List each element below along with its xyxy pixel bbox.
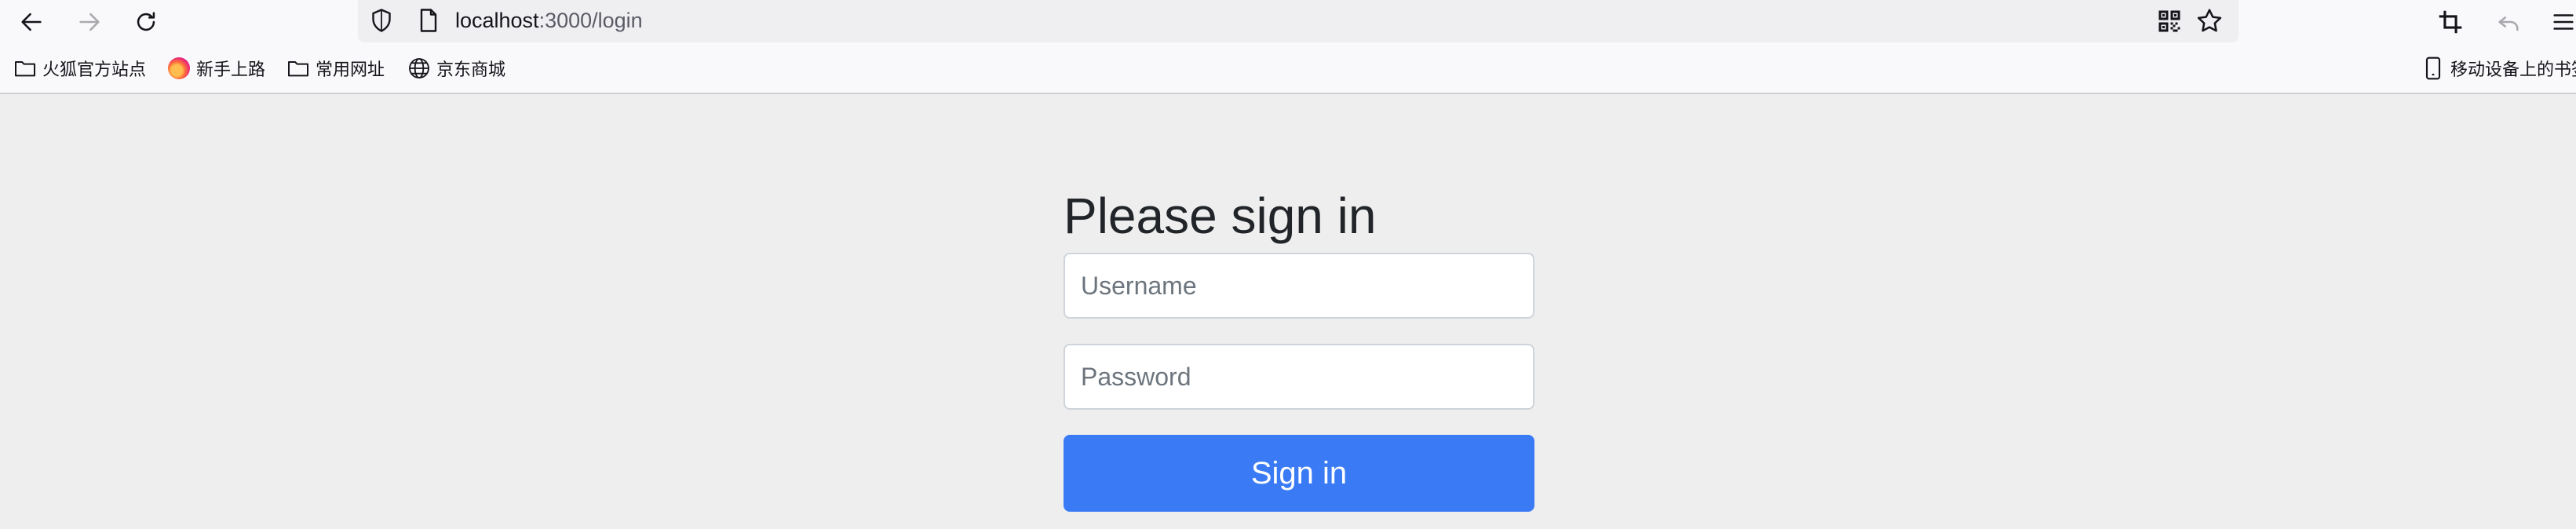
mobile-device-icon xyxy=(2425,57,2441,80)
firefox-logo-icon xyxy=(168,57,190,79)
screenshot-button[interactable] xyxy=(2433,5,2468,39)
reload-icon xyxy=(137,12,155,31)
menu-button[interactable] xyxy=(2546,5,2576,39)
back-arrow-icon xyxy=(21,13,42,31)
star-icon[interactable] xyxy=(2195,6,2224,36)
mobile-bookmarks[interactable]: 移动设备上的书签 xyxy=(2421,44,2576,93)
reload-button[interactable] xyxy=(127,3,165,41)
username-input[interactable] xyxy=(1064,253,1534,319)
bookmark-getting-started[interactable]: 新手上路 xyxy=(168,44,265,93)
bookmark-label: 新手上路 xyxy=(196,60,266,79)
page-icon[interactable] xyxy=(414,6,443,35)
hamburger-menu-icon xyxy=(2553,14,2574,30)
bookmarks-toolbar: 火狐官方站点 新手上路 常用网址 京东商城 移动设备上的书签 xyxy=(0,44,2576,94)
url-text[interactable]: localhost:3000/login xyxy=(455,0,643,42)
signin-form: Please sign in Sign in xyxy=(1064,181,1534,512)
bookmark-label: 火狐官方站点 xyxy=(42,60,147,79)
bookmark-label: 移动设备上的书签 xyxy=(2450,60,2576,79)
qr-code-icon[interactable] xyxy=(2155,7,2184,35)
globe-icon xyxy=(409,58,429,78)
browser-toolbar: localhost:3000/login xyxy=(0,0,2576,44)
folder-icon xyxy=(288,61,308,77)
forward-button[interactable] xyxy=(71,3,108,41)
bookmark-label: 京东商城 xyxy=(436,60,506,79)
url-bar[interactable]: localhost:3000/login xyxy=(358,0,2238,42)
bookmark-common-sites[interactable]: 常用网址 xyxy=(286,44,385,93)
bookmark-label: 常用网址 xyxy=(316,60,385,79)
page-content: Please sign in Sign in xyxy=(0,94,2576,529)
undo-button[interactable] xyxy=(2491,5,2526,39)
bookmark-jd-mall[interactable]: 京东商城 xyxy=(407,44,505,93)
password-input[interactable] xyxy=(1064,344,1534,410)
page-title: Please sign in xyxy=(1064,188,1377,244)
folder-icon xyxy=(15,61,35,77)
crop-icon xyxy=(2439,10,2462,34)
forward-arrow-icon xyxy=(79,13,100,31)
bookmark-firefox-official[interactable]: 火狐官方站点 xyxy=(13,44,146,93)
url-host: localhost xyxy=(455,9,539,32)
undo-icon xyxy=(2498,16,2519,31)
url-path: :3000/login xyxy=(538,9,643,32)
shield-icon[interactable] xyxy=(367,6,396,35)
back-button[interactable] xyxy=(13,3,50,41)
sign-in-button[interactable]: Sign in xyxy=(1064,435,1534,512)
